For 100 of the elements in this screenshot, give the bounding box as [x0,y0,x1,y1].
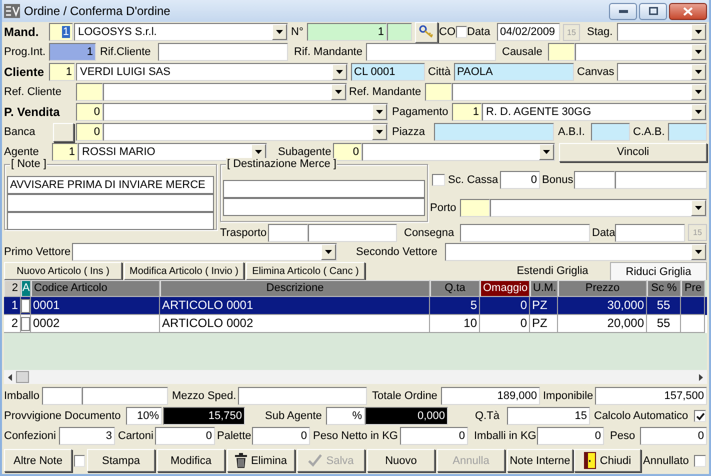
checkbox[interactable] [456,26,467,38]
input-field[interactable] [82,387,168,405]
checkbox[interactable] [21,298,30,312]
input-field[interactable] [387,23,412,41]
command-button[interactable]: Nuovo Articolo ( Ins ) [4,262,122,280]
input-field[interactable]: 15,750 [163,407,245,425]
input-field[interactable] [425,83,452,101]
column-header[interactable]: Omaggio [480,280,530,297]
tab[interactable]: Riduci Griglia [610,262,707,280]
input-field[interactable]: 0 [76,123,103,141]
input-field[interactable] [76,83,103,101]
command-button[interactable]: Vincoli [559,142,707,162]
command-button[interactable]: Stampa [87,449,155,472]
command-button[interactable]: Nuovo [367,449,435,472]
command-button[interactable]: Chiudi [574,449,641,472]
input-field[interactable]: 10% [126,407,162,425]
column-header[interactable]: 2 [4,280,21,297]
dropdown[interactable] [617,23,707,41]
input-field[interactable] [366,43,496,61]
command-button[interactable]: Altre Note [4,449,72,472]
table-row[interactable]: 2 0002 ARTICOLO 0002 10 0 PZ 20,000 55 [4,315,707,333]
minimize-button[interactable] [609,2,637,20]
column-header[interactable]: Prezzo [558,280,647,297]
input-field[interactable] [574,171,615,189]
maximize-button[interactable] [639,2,667,20]
command-button[interactable]: Modifica Articolo ( Invio ) [124,262,244,280]
dropdown[interactable] [72,242,337,260]
checkbox[interactable] [74,454,85,466]
input-field[interactable]: 3 [59,427,115,445]
input-field[interactable] [434,123,554,141]
column-header[interactable]: Sc % [647,280,681,297]
input-field[interactable] [158,43,288,61]
column-header[interactable]: A [21,280,31,297]
input-field[interactable]: 1 [452,103,482,121]
input-field[interactable]: 1 [307,23,387,41]
column-header[interactable]: Codice Articolo [31,280,160,297]
dropdown[interactable] [103,123,388,141]
horizontal-scrollbar[interactable] [4,370,707,384]
input-field[interactable] [268,224,308,242]
command-button[interactable]: Modifica [157,449,225,472]
input-field[interactable] [460,224,590,242]
input-field[interactable] [308,224,397,242]
input-field[interactable]: 1 [49,23,73,41]
dropdown[interactable] [452,83,707,101]
input-field[interactable]: 1 [52,143,78,161]
dropdown[interactable]: R. D. AGENTE 30GG [482,103,707,121]
command-button[interactable] [53,122,74,142]
scrollbar-thumb[interactable] [16,371,29,383]
input-field[interactable] [591,123,630,141]
input-field[interactable]: 15 [507,407,590,425]
dropdown[interactable] [103,83,347,101]
input-field[interactable] [615,171,707,189]
input-field[interactable]: 0 [640,427,707,445]
checkbox[interactable] [432,174,445,186]
dropdown[interactable] [617,63,707,81]
tool-button[interactable] [415,22,438,42]
input-field[interactable]: 0 [252,427,310,445]
dropdown[interactable] [362,143,555,161]
input-field[interactable] [42,387,82,405]
column-header[interactable]: Q.ta [430,280,480,297]
input-field[interactable]: 04/02/2009 [497,23,560,41]
dropdown[interactable] [445,242,707,260]
command-button[interactable]: Elimina Articolo ( Canc ) [246,262,365,280]
input-field[interactable]: 0 [400,427,468,445]
field-label: CO [439,26,454,38]
checkbox[interactable] [694,454,706,466]
input-field[interactable] [223,180,425,198]
table-row[interactable]: 1 0001 ARTICOLO 0001 5 0 PZ 30,000 55 [4,297,707,315]
input-field[interactable]: PAOLA [454,63,574,81]
command-button[interactable]: Elimina [227,449,295,472]
input-field[interactable] [668,123,707,141]
column-header[interactable]: U.M. [530,280,558,297]
close-button[interactable] [669,2,707,20]
input-field[interactable] [238,387,367,405]
dropdown[interactable] [575,43,707,61]
dropdown[interactable]: LOGOSYS S.r.l. [74,23,288,41]
field-label: P. Vendita [4,105,61,119]
column-header[interactable]: Descrizione [160,280,430,297]
input-field[interactable] [460,199,490,217]
input-field[interactable]: 0 [155,427,215,445]
input-field[interactable]: 0 [500,171,540,189]
input-field[interactable]: 0 [76,103,103,121]
checkbox[interactable] [694,410,706,422]
input-field[interactable]: CL 0001 [351,63,425,81]
input-field[interactable]: % [326,407,365,425]
command-button[interactable]: Note Interne [507,449,573,472]
input-field[interactable]: 1 [49,63,75,81]
input-field[interactable]: 157,500 [595,387,707,405]
checkbox[interactable] [21,316,30,330]
dropdown[interactable]: VERDI LUIGI SAS [76,63,348,81]
input-field[interactable] [615,224,685,242]
input-field[interactable]: 1 [49,43,96,61]
input-field[interactable]: 0,000 [365,407,448,425]
input-field[interactable]: 0 [537,427,604,445]
column-header[interactable]: Pre [681,280,705,297]
dropdown[interactable] [490,199,707,217]
input-field[interactable]: 189,000 [441,387,540,405]
input-field[interactable] [223,198,425,216]
dropdown[interactable] [103,103,388,121]
input-field[interactable] [548,43,575,61]
